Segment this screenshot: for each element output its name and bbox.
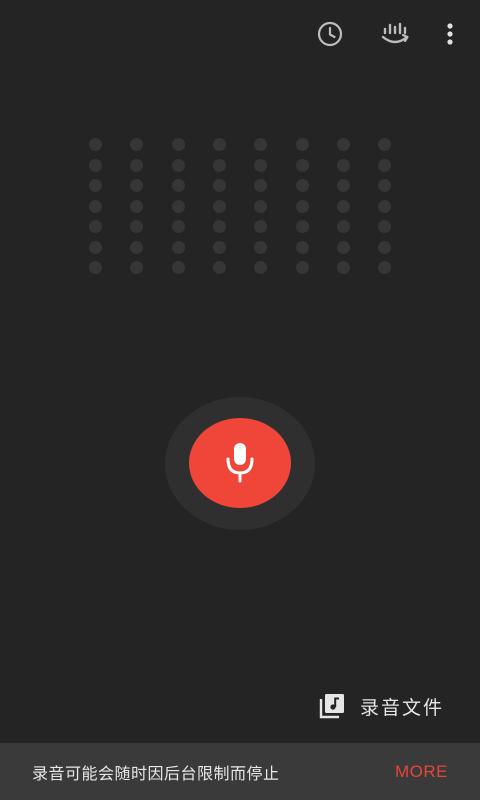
visualizer-dot [336, 179, 350, 192]
snackbar: 录音可能会随时因后台限制而停止 MORE [0, 743, 480, 800]
visualizer-dot [130, 261, 144, 274]
snackbar-message: 录音可能会随时因后台限制而停止 [32, 763, 280, 783]
voice-sync-icon[interactable] [375, 14, 415, 54]
visualizer-dot [89, 158, 102, 172]
visualizer-dot [254, 199, 268, 213]
visualizer-dot [89, 220, 102, 233]
visualizer-dot [254, 261, 268, 274]
visualizer-dot [171, 138, 185, 151]
visualizer-dot [336, 158, 350, 172]
visualizer-dot [336, 240, 350, 254]
recordings-label: 录音文件 [360, 696, 445, 719]
visualizer-dot [254, 240, 268, 254]
visualizer-dot [254, 138, 268, 151]
visualizer-dot [378, 240, 392, 254]
visualizer-dot [336, 261, 350, 274]
snackbar-more-button[interactable]: MORE [395, 762, 448, 782]
visualizer-dot [171, 261, 185, 274]
visualizer-dot [378, 138, 392, 151]
visualizer-dot [295, 158, 309, 172]
visualizer-dot [130, 138, 144, 151]
visualizer-dot [89, 240, 102, 254]
visualizer-dot [130, 199, 144, 213]
visualizer-dot [378, 158, 392, 172]
visualizer-dot [89, 199, 102, 213]
visualizer-dot [378, 220, 392, 233]
visualizer-dot [295, 138, 309, 151]
visualizer-dot [212, 199, 226, 213]
visualizer-dot [254, 179, 268, 192]
visualizer-dot [171, 179, 185, 192]
visualizer-dot [212, 220, 226, 233]
visualizer-dot [378, 199, 392, 213]
visualizer-dot [378, 179, 392, 192]
visualizer-dot [295, 261, 309, 274]
music-library-icon [319, 694, 344, 719]
visualizer-dot [378, 261, 392, 274]
visualizer-dot [254, 158, 268, 172]
visualizer-dot [254, 220, 268, 233]
visualizer-dot [171, 240, 185, 254]
visualizer-dot [336, 138, 350, 151]
visualizer-dot [295, 220, 309, 233]
visualizer-dot [212, 240, 226, 254]
recordings-link[interactable]: 录音文件 [318, 686, 444, 726]
visualizer-dot [212, 179, 226, 192]
visualizer-dot [89, 138, 102, 151]
audio-level-visualizer [89, 138, 392, 274]
visualizer-dot [336, 220, 350, 233]
visualizer-dot [89, 261, 102, 274]
visualizer-dot [212, 261, 226, 274]
visualizer-dot [171, 220, 185, 233]
visualizer-dot [212, 138, 226, 151]
visualizer-dot [130, 179, 144, 192]
microphone-icon [226, 443, 254, 483]
visualizer-dot [212, 158, 226, 172]
visualizer-dot [336, 199, 350, 213]
visualizer-dot [295, 240, 309, 254]
visualizer-dot [171, 199, 185, 213]
history-icon[interactable] [310, 14, 350, 54]
more-vert-icon[interactable] [430, 14, 470, 54]
visualizer-dot [171, 158, 185, 172]
visualizer-dot [89, 179, 102, 192]
recorder-screen: 录音文件 录音可能会随时因后台限制而停止 MORE [0, 0, 480, 800]
visualizer-dot [130, 220, 144, 233]
visualizer-dot [295, 179, 309, 192]
visualizer-dot [130, 158, 144, 172]
record-button[interactable] [189, 418, 291, 508]
visualizer-dot [130, 240, 144, 254]
visualizer-dot [295, 199, 309, 213]
